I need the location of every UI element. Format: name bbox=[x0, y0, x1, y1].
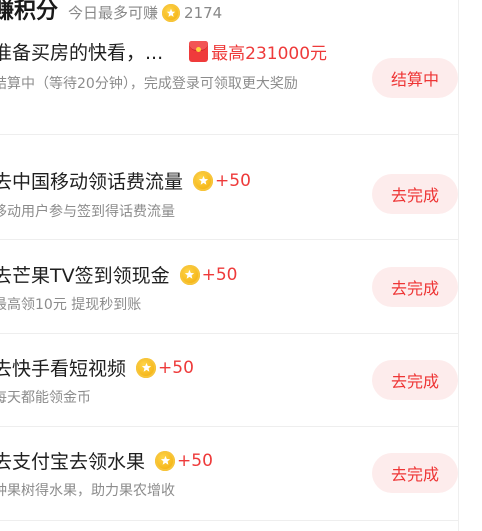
task-divider bbox=[0, 426, 458, 427]
task-reward: +50 bbox=[136, 357, 194, 378]
task-complete-button[interactable]: 去完成 bbox=[372, 360, 458, 400]
task-divider bbox=[0, 520, 458, 521]
task-title: 去支付宝去领水果 bbox=[0, 451, 146, 473]
task-complete-button[interactable]: 去完成 bbox=[372, 267, 458, 307]
task-complete-button[interactable]: 去完成 bbox=[372, 453, 458, 493]
coin-icon bbox=[136, 357, 157, 378]
task-description: 最高领10元 提现秒到账 bbox=[0, 297, 142, 313]
task-divider bbox=[0, 333, 458, 334]
task-status-button[interactable]: 结算中 bbox=[372, 58, 458, 98]
task-reward: +50 bbox=[155, 450, 213, 471]
task-title: 去中国移动领话费流量 bbox=[0, 171, 184, 193]
task-row-4: 去快手看短视频 +50 bbox=[0, 354, 194, 381]
task-reward-amount: +50 bbox=[158, 357, 194, 378]
coin-icon bbox=[155, 450, 176, 471]
task-description: 移动用户参与签到得话费流量 bbox=[0, 204, 175, 220]
task-row-2: 去中国移动领话费流量 +50 bbox=[0, 167, 251, 194]
task-divider bbox=[0, 134, 458, 135]
task-description: 结算中（等待20分钟），完成登录可领取更大奖励 bbox=[0, 76, 298, 92]
section-title: 赚积分 bbox=[0, 0, 59, 24]
task-reward: +50 bbox=[193, 170, 251, 191]
task-divider bbox=[0, 239, 458, 240]
task-reward-amount: +50 bbox=[177, 450, 213, 471]
daily-max-points: 2174 bbox=[184, 3, 223, 22]
task-reward: +50 bbox=[179, 264, 238, 285]
task-row-5: 去支付宝去领水果 +50 bbox=[0, 447, 213, 474]
task-description: 种果树得水果，助力果农增收 bbox=[0, 483, 175, 499]
task-reward-amount: 最高231000元 bbox=[211, 44, 328, 64]
coin-icon bbox=[193, 170, 214, 191]
task-row-3: 去芒果TV签到领现金 +50 bbox=[0, 261, 238, 288]
red-packet-icon bbox=[189, 41, 209, 62]
task-complete-button[interactable]: 去完成 bbox=[372, 174, 458, 214]
task-reward-amount: +50 bbox=[201, 264, 238, 285]
earn-points-header: 赚积分 今日最多可赚 2174 bbox=[0, 0, 222, 25]
task-title: 去快手看短视频 bbox=[0, 358, 127, 380]
task-reward-amount: +50 bbox=[215, 170, 251, 191]
task-reward: 最高231000元 bbox=[189, 39, 327, 64]
coin-icon bbox=[162, 3, 181, 22]
task-description: 每天都能领金币 bbox=[0, 390, 91, 406]
coin-icon bbox=[179, 264, 200, 285]
panel-edge-divider bbox=[458, 0, 459, 531]
task-row-1: 准备买房的快看，... 最高231000元 bbox=[0, 38, 327, 65]
earn-points-panel: 赚积分 今日最多可赚 2174 准备买房的快看，... 最高231000元 结算… bbox=[0, 0, 482, 531]
daily-max-info: 今日最多可赚 2174 bbox=[68, 2, 222, 23]
daily-max-label: 今日最多可赚 bbox=[68, 4, 159, 22]
task-title: 去芒果TV签到领现金 bbox=[0, 265, 170, 287]
task-title: 准备买房的快看，... bbox=[0, 42, 164, 64]
